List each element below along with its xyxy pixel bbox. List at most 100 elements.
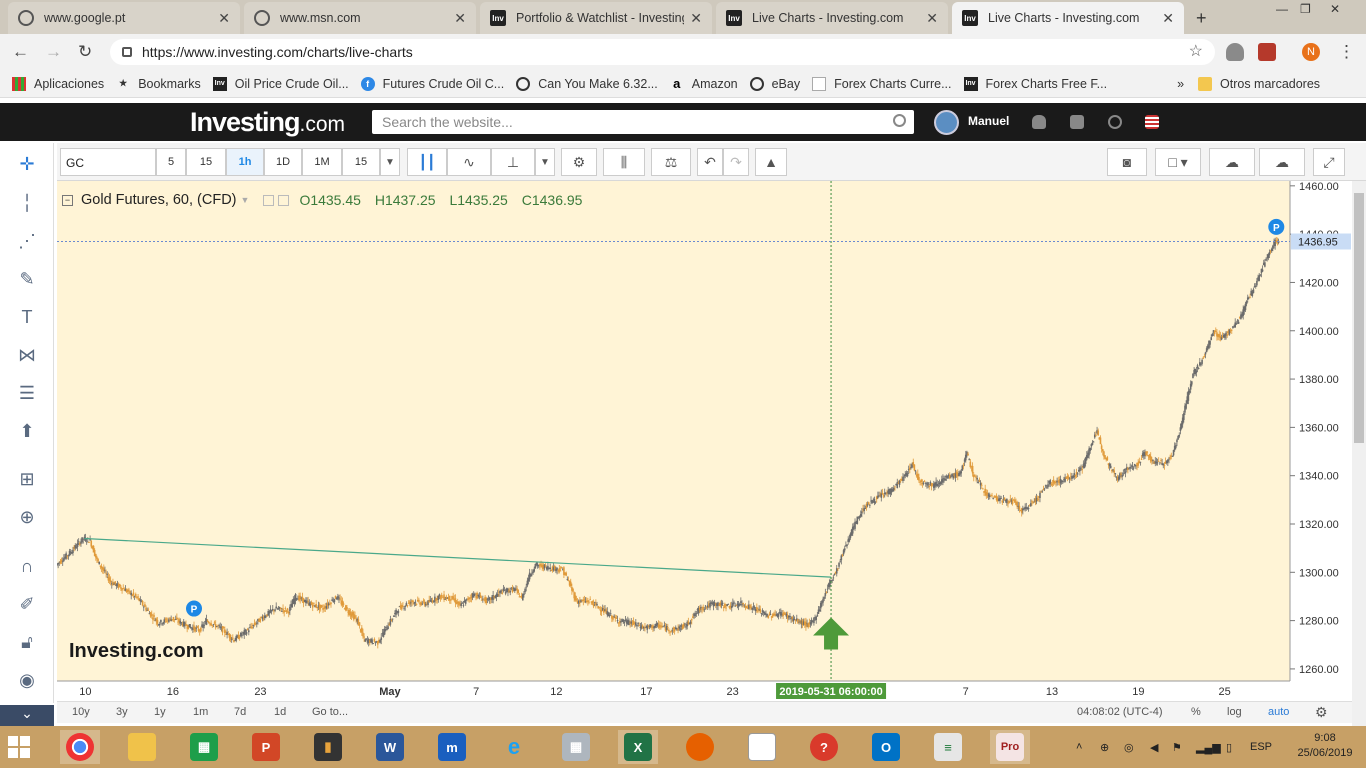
bars-icon[interactable]: ⊥ — [491, 148, 535, 176]
pro-app[interactable]: Pro — [990, 730, 1030, 764]
timeframe-15-alt[interactable]: 15 — [342, 148, 380, 176]
range-1y[interactable]: 1y — [154, 706, 166, 718]
cloud-upload-icon[interactable]: ☁ — [1259, 148, 1305, 176]
bookmark-make-money[interactable]: Can You Make 6.32... — [516, 76, 658, 91]
clock-icon[interactable] — [1108, 115, 1122, 129]
username[interactable]: Manuel — [968, 114, 1009, 128]
volume-icon[interactable]: ◀ — [1150, 741, 1158, 754]
bell-icon[interactable] — [1032, 115, 1046, 129]
input-language[interactable]: ESP — [1250, 741, 1272, 753]
close-icon[interactable]: ✕ — [454, 10, 466, 27]
ie-app[interactable]: e — [494, 730, 534, 764]
close-icon[interactable]: ✕ — [218, 10, 230, 27]
zoom-icon[interactable]: ⊕ — [14, 504, 40, 530]
gear-icon[interactable]: ⚙ — [1315, 704, 1328, 721]
close-mini-icon[interactable] — [278, 194, 290, 206]
scrollbar-thumb[interactable] — [1354, 193, 1364, 443]
other-bookmarks-folder[interactable]: Otros marcadores — [1198, 76, 1320, 91]
calculator-app[interactable]: ▦ — [556, 730, 596, 764]
timeframe-1h[interactable]: 1h — [226, 148, 264, 176]
bookmark-oil-price[interactable]: Inv Oil Price Crude Oil... — [212, 76, 349, 91]
close-icon[interactable]: ✕ — [926, 10, 938, 27]
sync-icon[interactable]: ◎ — [1124, 741, 1134, 754]
word-app[interactable]: W — [370, 730, 410, 764]
chrome-app[interactable] — [60, 730, 100, 764]
restore-button[interactable]: ❐ — [1300, 2, 1311, 16]
investing-logo[interactable]: Investing.com — [190, 107, 345, 138]
help-app[interactable]: ? — [804, 730, 844, 764]
bookmark-apps[interactable]: Aplicaciones — [12, 76, 104, 91]
notepad-app[interactable] — [742, 730, 782, 764]
bookmark-bookmarks[interactable]: ★ Bookmarks — [116, 77, 201, 91]
line-chart-icon[interactable]: ∿ — [447, 148, 491, 176]
reload-button[interactable]: ↻ — [78, 42, 92, 62]
price-chart[interactable]: 1260.00 1280.00 1300.00 1320.00 1340.00 1360.… — [56, 181, 1352, 701]
back-button[interactable]: ← — [12, 42, 29, 62]
close-icon[interactable]: ✕ — [690, 10, 702, 27]
indicators-icon[interactable]: ⫼ — [603, 148, 645, 176]
star-icon[interactable]: ☆ — [1189, 41, 1203, 61]
undo-icon[interactable]: ↶ — [697, 148, 723, 176]
excel-app[interactable]: X — [618, 730, 658, 764]
close-icon[interactable]: ✕ — [1162, 10, 1174, 27]
url-field[interactable]: https://www.investing.com/charts/live-ch… — [110, 39, 1215, 65]
file-explorer-app[interactable] — [122, 730, 162, 764]
fibonacci-icon[interactable]: ☰ — [14, 380, 40, 406]
crosshair-icon[interactable]: ✛ — [14, 151, 40, 177]
settings-mini-icon[interactable] — [263, 194, 275, 206]
trend-line-icon[interactable]: ╎ — [14, 190, 40, 216]
candles-icon[interactable]: ┃┃ — [407, 148, 447, 176]
eye-icon[interactable]: ◉ — [14, 667, 40, 693]
chart-type-dropdown[interactable]: ▼ — [535, 148, 555, 176]
forward-button[interactable]: → — [45, 42, 62, 62]
compare-icon[interactable]: ⚖ — [651, 148, 691, 176]
range-1m[interactable]: 1m — [193, 706, 208, 718]
firefox-app[interactable] — [680, 730, 720, 764]
outlook-app[interactable]: O — [866, 730, 906, 764]
log-toggle[interactable]: log — [1227, 706, 1242, 718]
timeframe-1d[interactable]: 1D — [264, 148, 302, 176]
site-search-input[interactable]: Search the website... — [372, 110, 914, 134]
timeframe-15[interactable]: 15 — [186, 148, 226, 176]
bookmark-amazon[interactable]: a Amazon — [670, 76, 737, 91]
page-scrollbar[interactable] — [1352, 181, 1366, 726]
symbol-input[interactable]: GC — [60, 148, 156, 176]
timeframe-dropdown[interactable]: ▼ — [380, 148, 400, 176]
pattern-icon[interactable]: ⋈ — [14, 342, 40, 368]
bookmark-forex-free[interactable]: Inv Forex Charts Free F... — [963, 76, 1107, 91]
us-flag-icon[interactable] — [1145, 115, 1159, 129]
range-1d[interactable]: 1d — [274, 706, 286, 718]
new-tab-button[interactable]: + — [1196, 8, 1207, 29]
timeframe-1m[interactable]: 1M — [302, 148, 342, 176]
timeframe-5[interactable]: 5 — [156, 148, 186, 176]
redo-icon[interactable]: ↷ — [723, 148, 749, 176]
tab-live-charts-active[interactable]: Inv Live Charts - Investing.com ✕ — [952, 2, 1184, 34]
unlock-icon[interactable]: 🔓︎ — [14, 629, 40, 655]
collapse-legend-icon[interactable]: − — [62, 194, 73, 206]
bookmarks-more-button[interactable]: » — [1177, 77, 1184, 91]
profile-avatar[interactable]: N — [1302, 43, 1320, 61]
store-app[interactable]: ▦ — [184, 730, 224, 764]
windows-start-button[interactable] — [8, 736, 30, 758]
chevron-down-icon[interactable]: ▼ — [241, 195, 250, 205]
pdf-extension-icon[interactable] — [1258, 43, 1276, 61]
alert-icon[interactable]: ▲ — [755, 148, 787, 176]
tab-google[interactable]: www.google.pt ✕ — [8, 2, 240, 34]
arrow-up-icon[interactable]: ⬆ — [14, 418, 40, 444]
flag-icon[interactable]: ⚑ — [1172, 741, 1182, 754]
signal-icon[interactable]: ▂▄▆ — [1196, 741, 1221, 754]
minimize-button[interactable]: — — [1276, 2, 1288, 16]
measure-icon[interactable]: ⊞ — [14, 466, 40, 492]
bookmark-ebay[interactable]: eBay — [749, 76, 800, 91]
text-icon[interactable]: T — [14, 304, 40, 330]
goto-date-button[interactable]: Go to... — [312, 706, 348, 718]
lock-drawing-icon[interactable]: ✐ — [14, 591, 40, 617]
magnet-icon[interactable]: ∩ — [14, 553, 40, 579]
search-icon[interactable] — [893, 114, 906, 127]
cloud-download-icon[interactable]: ☁ — [1209, 148, 1255, 176]
tab-live-charts[interactable]: Inv Live Charts - Investing.com ✕ — [716, 2, 948, 34]
tray-expand-icon[interactable]: ˄ — [1076, 741, 1082, 753]
chart-canvas[interactable]: 1260.00 1280.00 1300.00 1320.00 1340.00 1360.… — [56, 181, 1352, 701]
gear-icon[interactable]: ⚙ — [561, 148, 597, 176]
bookmark-forex-charts[interactable]: Forex Charts Curre... — [812, 76, 952, 91]
